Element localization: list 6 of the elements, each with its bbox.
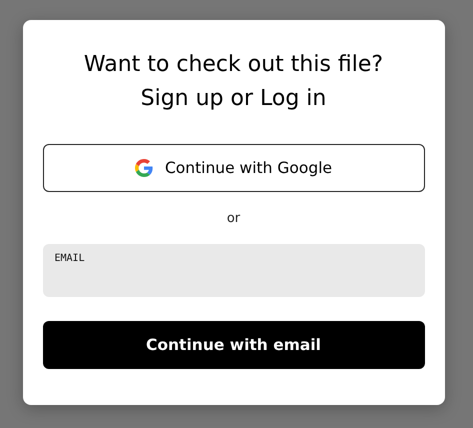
or-divider-text: or xyxy=(226,211,240,226)
google-g-icon xyxy=(134,159,153,177)
dialog-title: Want to check out this file? Sign up or Log in xyxy=(82,51,384,113)
google-button[interactable]: Continue with Google xyxy=(42,144,424,192)
continue-email-button[interactable]: Continue with email xyxy=(42,321,424,369)
email-field[interactable]: EMAIL xyxy=(42,244,424,297)
